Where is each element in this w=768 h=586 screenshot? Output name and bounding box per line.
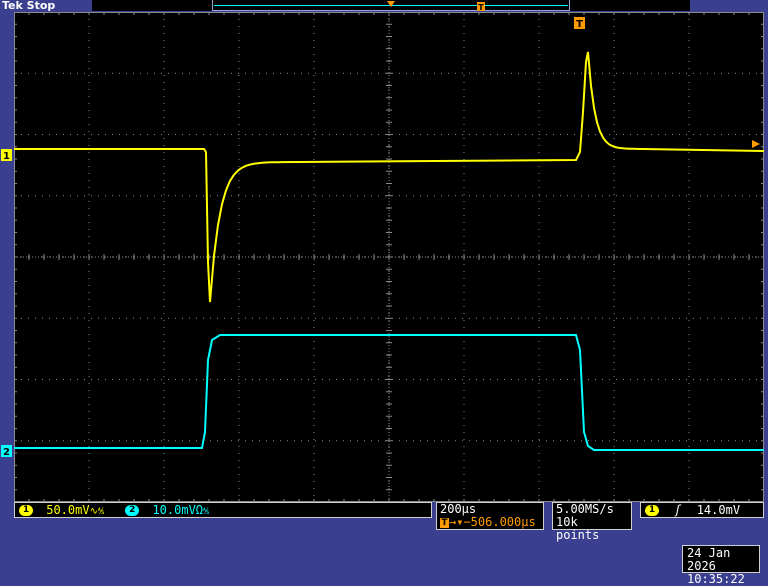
date-time-readout: 24 Jan 2026 10:35:22 — [682, 545, 760, 586]
record-trigger-label: T — [478, 3, 484, 11]
ch1-badge: 1 — [19, 505, 33, 516]
trigger-level: 14.0mV — [696, 503, 741, 517]
ch1-ground-marker[interactable]: 1 — [0, 148, 14, 162]
ch1-marker-label: 1 — [3, 151, 10, 162]
ch2-scale: 10.0mVΩ — [152, 503, 204, 517]
record-trigger-marker-icon: T — [477, 2, 485, 11]
ch2-coupling-icon: ⅍ — [203, 506, 210, 517]
channel-scale-readout[interactable]: 1 50.0mV∿⅍ 2 10.0mVΩ⅍ — [14, 502, 432, 518]
timebase-readout[interactable]: 200µs T→▾−506.000µs — [436, 502, 544, 530]
waveform-screen[interactable]: T — [14, 12, 764, 502]
trigger-source-badge: 1 — [645, 505, 659, 516]
trigger-marker-label: T — [576, 19, 583, 30]
waveform-plot: T — [14, 12, 764, 502]
oscilloscope-display: Tek Stop T T 1 2 1 50.0mV∿⅍ 2 10.0mVΩ⅍ 2… — [0, 0, 768, 586]
trigger-position-icon: T — [440, 517, 449, 528]
acquisition-readout[interactable]: 5.00MS/s 10k points — [552, 502, 632, 542]
trigger-offset: →▾−506.000µs — [449, 515, 536, 529]
trigger-readout[interactable]: 1 ʃ 14.0mV — [640, 502, 764, 518]
ch1-coupling-icon: ∿⅍ — [89, 506, 104, 517]
trigger-level-arrow-icon — [752, 140, 760, 148]
ch2-ground-marker[interactable]: 2 — [0, 444, 14, 458]
trigger-position-arrow-icon — [387, 1, 395, 7]
trigger-slope-rising-icon: ʃ — [674, 503, 682, 517]
trigger-marker-icon: T — [574, 17, 585, 30]
ch1-scale: 50.0mV — [46, 503, 90, 517]
scope-status-title: Tek Stop — [2, 0, 56, 12]
ch2-marker-label: 2 — [3, 447, 10, 458]
ch2-badge: 2 — [125, 505, 140, 516]
top-status-bar: Tek Stop T — [0, 0, 768, 12]
record-length: 10k points — [556, 515, 600, 542]
date: 24 Jan 2026 — [687, 546, 731, 573]
graticule — [14, 12, 764, 502]
